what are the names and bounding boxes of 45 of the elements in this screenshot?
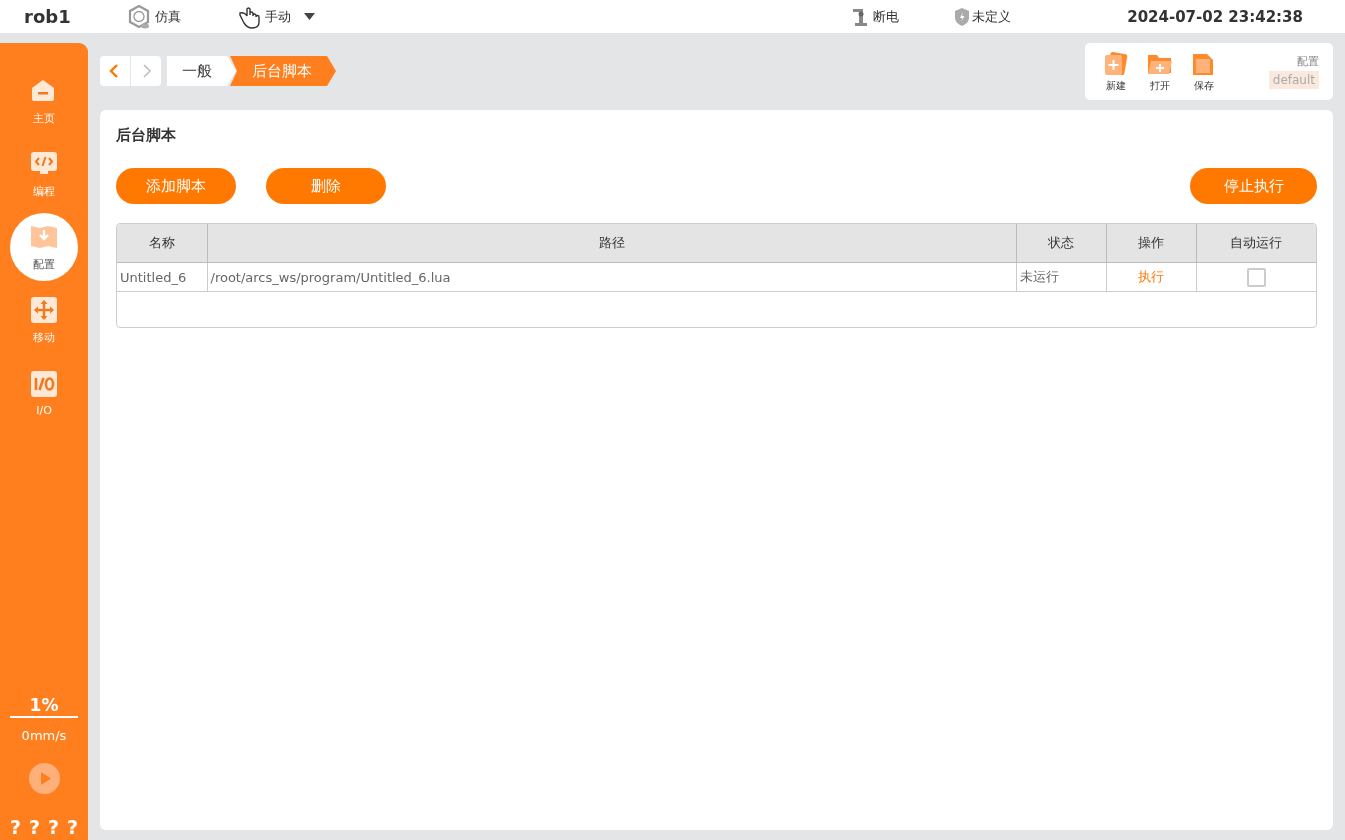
breadcrumb-item[interactable]: 后台脚本 xyxy=(230,56,336,86)
date-time: 2024-07-02 23:42:38 xyxy=(1127,7,1303,26)
breadcrumb-item[interactable]: 一般 xyxy=(167,56,236,86)
table-cell: /root/arcs_ws/program/Untitled_6.lua xyxy=(207,262,1016,292)
auto-run-checkbox[interactable] xyxy=(1246,267,1266,287)
move-arrows-icon xyxy=(30,295,58,324)
column-header: 状态 xyxy=(1016,224,1106,263)
column-header: 路径 xyxy=(207,224,1016,263)
table-cell: 未运行 xyxy=(1016,262,1106,292)
sidebar-item[interactable]: I/O xyxy=(10,359,78,427)
velocity-readout: 0mm/s xyxy=(21,728,67,743)
stop-button[interactable]: 停止执行 xyxy=(1190,168,1317,204)
sidebar-item[interactable]: 编程 xyxy=(10,140,78,208)
mode-label[interactable]: 仿真 xyxy=(155,7,181,26)
sidebar-item[interactable]: 移动 xyxy=(10,286,78,354)
column-header: 自动运行 xyxy=(1196,224,1316,263)
sidebar-item[interactable]: 主页 xyxy=(10,67,78,135)
speed-percentage: 1% xyxy=(10,695,78,718)
toolbar-button[interactable]: 保存 xyxy=(1191,50,1216,93)
shield-icon xyxy=(955,7,969,26)
help-mark[interactable]: ? xyxy=(28,816,40,838)
help-mark[interactable]: ? xyxy=(48,816,60,838)
help-mark[interactable]: ? xyxy=(67,816,79,838)
column-header: 操作 xyxy=(1106,224,1196,263)
action-button[interactable]: 删除 xyxy=(266,168,386,204)
safety-status: 未定义 xyxy=(972,7,1011,26)
play-icon[interactable] xyxy=(28,763,60,794)
config-value: default xyxy=(1268,71,1319,89)
io-icon xyxy=(30,369,58,398)
column-header: 名称 xyxy=(117,224,207,263)
config-label: 配置 xyxy=(1297,54,1319,69)
table-cell: Untitled_6 xyxy=(117,262,207,292)
sidebar-item[interactable]: 配置 xyxy=(10,213,78,281)
toolbar-button[interactable]: 打开 xyxy=(1147,50,1172,93)
power-status: 断电 xyxy=(873,7,899,26)
run-link[interactable]: 执行 xyxy=(1138,269,1164,284)
control-mode-label[interactable]: 手动 xyxy=(265,7,291,26)
robot-name: rob1 xyxy=(24,6,72,27)
action-button[interactable]: 添加脚本 xyxy=(116,168,236,204)
new-file-icon xyxy=(1103,50,1128,76)
hand-icon xyxy=(236,4,262,29)
dropdown-caret-icon[interactable] xyxy=(304,13,315,20)
panel-title: 后台脚本 xyxy=(116,126,177,146)
toolbar-button[interactable]: 新建 xyxy=(1103,50,1128,93)
help-mark[interactable]: ? xyxy=(9,816,21,838)
